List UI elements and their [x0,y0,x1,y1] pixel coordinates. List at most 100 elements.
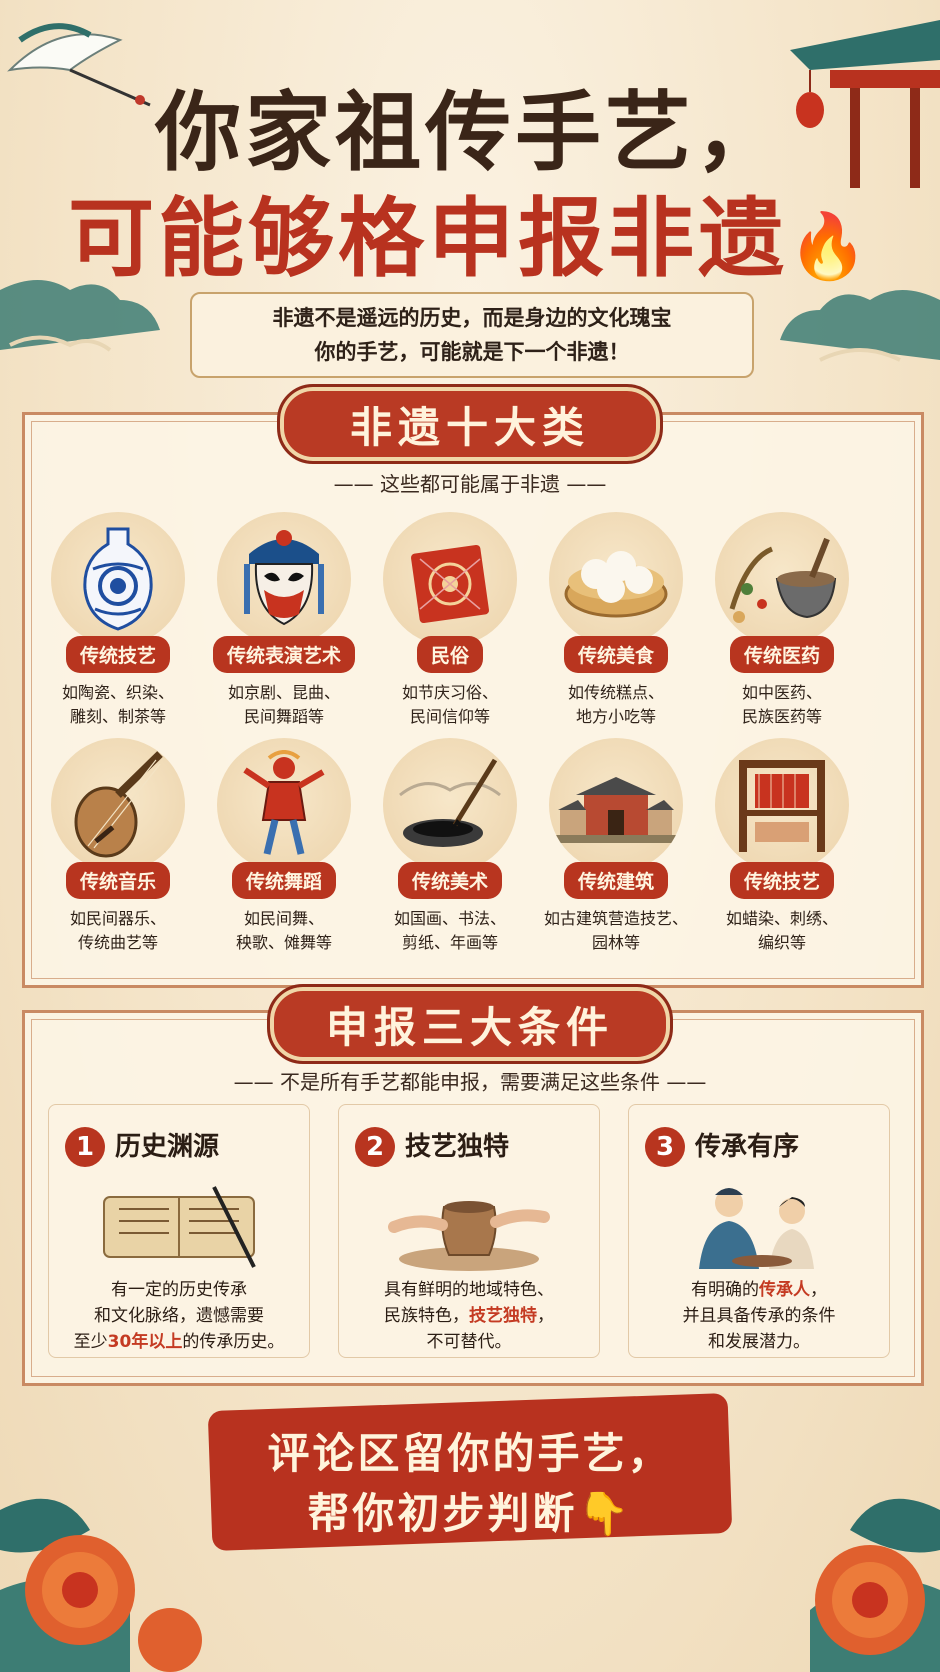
condition-desc-line: 具有鲜明的地域特色、 [384,1280,554,1300]
category-desc: 如中医药、民族医药等 [702,681,862,729]
category-desc-line: 如国画、书法、 [393,909,506,928]
condition-desc-line: 并且具备传承的条件 [682,1306,836,1326]
fire-icon: 🔥 [788,209,872,284]
category-desc: 如传统糕点、 地方小吃等 [536,681,696,729]
category-item: 传统表演艺术如京剧、昆曲、 民间舞蹈等 [204,512,364,729]
condition-number: 3 [645,1127,685,1167]
category-tag: 传统音乐 [65,862,170,899]
condition-desc: 有一定的历史传承 和文化脉络，遗憾需要 至少30年以上的传承历史。 [49,1277,309,1355]
category-desc-line: 如蜡染、刺绣、 [725,909,838,928]
scroll-book-icon [103,1186,256,1268]
cta-line2: 帮你初步判断👇 [307,1489,633,1538]
category-desc-line: 民族医药等 [741,707,822,726]
condition-desc-line: 和文化脉络，遗憾需要 [94,1306,264,1326]
building-icon [549,738,683,872]
category-item: 传统医药如中医药、民族医药等 [702,512,862,729]
category-desc-line: 雕刻、制茶等 [69,707,166,726]
highlight-text: 技艺独特 [469,1306,537,1326]
category-item: 传统美食如传统糕点、 地方小吃等 [536,512,696,729]
subtitle-box: 非遗不是遥远的历史，而是身边的文化瑰宝 你的手艺，可能就是下一个非遗！ [190,292,754,378]
condition-card-3: 3 传承有序 有明确的传承人， 并且具备传承的条件 和发展潜力。 [628,1104,890,1358]
category-desc-line: 如京剧、昆曲、 [227,683,340,702]
category-desc: 如京剧、昆曲、 民间舞蹈等 [204,681,364,729]
condition-desc: 具有鲜明的地域特色、 民族特色，技艺独特， 不可替代。 [339,1277,599,1355]
condition-desc-line: 和发展潜力。 [708,1332,810,1352]
category-item: 传统美术如国画、书法、 剪纸、年画等 [370,738,530,955]
section-banner-categories: 非遗十大类 [277,384,663,464]
opera-mask-icon [217,512,351,646]
condition-title: 传承有序 [695,1132,800,1162]
condition-card-1: 1 历史渊源 有一定的历史传承 和文化脉络，遗憾需要 至少30年以上的传承历史。 [48,1104,310,1358]
category-item: 民俗如节庆习俗、 民间信仰等 [370,512,530,729]
category-item: 传统技艺如蜡染、刺绣、 编织等 [702,738,862,955]
category-tag: 传统建筑 [563,862,668,899]
category-desc-line: 传统曲艺等 [77,933,158,952]
category-desc-line: 如节庆习俗、 [401,683,498,702]
red-pouch-icon [383,512,517,646]
condition-number: 2 [355,1127,395,1167]
category-desc: 如节庆习俗、 民间信仰等 [370,681,530,729]
category-desc-line: 剪纸、年画等 [401,933,498,952]
category-desc-line: 民间信仰等 [409,707,490,726]
condition-desc-line: 有一定的历史传承 [111,1280,247,1300]
category-desc-line: 园林等 [591,933,640,952]
category-desc-line: 如中医药、 [741,683,822,702]
master-apprentice-icon [699,1188,814,1269]
peony-right-icon [810,1498,940,1672]
subtitle-line1: 非遗不是遥远的历史，而是身边的文化瑰宝 [272,306,672,330]
category-desc-line: 地方小吃等 [575,707,656,726]
condition-title: 技艺独特 [405,1132,510,1162]
cta-line1: 评论区留你的手艺， [267,1429,673,1478]
condition-desc: 有明确的传承人， 并且具备传承的条件 和发展潜力。 [629,1277,889,1355]
category-desc-line: 如民间舞、 [243,909,324,928]
category-desc-line: 民间舞蹈等 [243,707,324,726]
section-note-categories: —— 这些都可能属于非遗 —— [333,472,607,496]
page-title-line2: 可能够格申报非遗🔥 [68,188,872,289]
condition-desc-line: 民族特色，技艺独特， [384,1306,554,1326]
section-note-conditions: —— 不是所有手艺都能申报，需要满足这些条件 —— [233,1070,707,1094]
condition-desc-line: 不可替代。 [426,1332,512,1352]
loom-icon [715,738,849,872]
ink-brush-icon [383,738,517,872]
category-tag: 传统舞蹈 [231,862,336,899]
category-tag: 传统技艺 [65,636,170,673]
subtitle-line2: 你的手艺，可能就是下一个非遗！ [314,340,630,364]
category-desc: 如国画、书法、 剪纸、年画等 [370,907,530,955]
category-desc: 如民间器乐、 传统曲艺等 [38,907,198,955]
herb-mortar-icon [715,512,849,646]
highlight-text: 传承人 [759,1280,810,1300]
vase-icon [51,512,185,646]
category-tag: 民俗 [416,636,483,673]
category-desc: 如蜡染、刺绣、 编织等 [702,907,862,955]
section-banner-conditions: 申报三大条件 [267,984,673,1064]
category-desc-line: 如民间器乐、 [69,909,166,928]
steamed-buns-icon [549,512,683,646]
category-item: 传统技艺如陶瓷、织染、 雕刻、制茶等 [38,512,198,729]
category-desc-line: 编织等 [757,933,806,952]
category-tag: 传统技艺 [729,862,834,899]
condition-title: 历史渊源 [115,1132,220,1162]
condition-desc-line: 有明确的传承人， [691,1280,827,1300]
category-tag: 传统美食 [563,636,668,673]
category-desc: 如陶瓷、织染、 雕刻、制茶等 [38,681,198,729]
category-item: 传统建筑如古建筑营造技艺、 园林等 [536,738,696,955]
category-item: 传统音乐如民间器乐、 传统曲艺等 [38,738,198,955]
condition-card-2: 2 技艺独特 具有鲜明的地域特色、 民族特色，技艺独特， 不可替代。 [338,1104,600,1358]
category-desc: 如民间舞、秧歌、傩舞等 [204,907,364,955]
condition-number: 1 [65,1127,105,1167]
category-desc-line: 秧歌、傩舞等 [235,933,332,952]
peony-left-icon [0,1498,202,1672]
category-tag: 传统医药 [729,636,834,673]
category-desc-line: 如古建筑营造技艺、 [543,909,688,928]
dancer-icon [217,738,351,872]
category-desc: 如古建筑营造技艺、 园林等 [536,907,696,955]
category-item: 传统舞蹈如民间舞、秧歌、傩舞等 [204,738,364,955]
highlight-text: 30年以上 [107,1332,183,1352]
condition-desc-line: 至少30年以上的传承历史。 [73,1332,285,1352]
category-tag: 传统美术 [397,862,502,899]
category-desc-line: 如陶瓷、织染、 [61,683,174,702]
category-desc-line: 如传统糕点、 [567,683,664,702]
category-tag: 传统表演艺术 [212,636,355,673]
pottery-wheel-icon [388,1201,550,1271]
pipa-icon [51,738,185,872]
